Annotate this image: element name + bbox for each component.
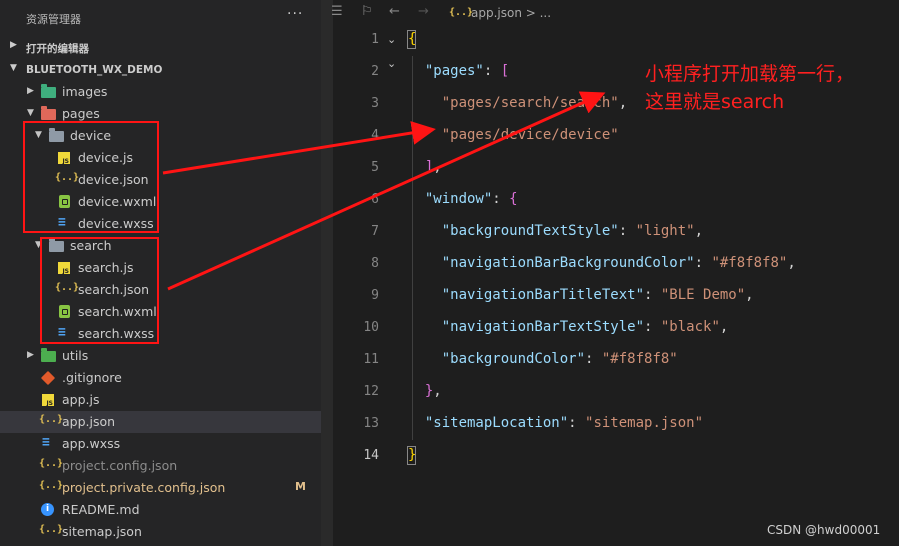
code-line: "navigationBarBackgroundColor": "#f8f8f8… bbox=[441, 255, 796, 271]
open-editors-label: 打开的编辑器 bbox=[26, 43, 89, 55]
project-section[interactable]: ▼ BLUETOOTH_WX_DEMO bbox=[0, 59, 321, 81]
tree-item-images[interactable]: ▶ images bbox=[0, 81, 321, 103]
tree-item-label: project.config.json bbox=[62, 458, 178, 473]
tree-item-label: .gitignore bbox=[62, 370, 122, 385]
tree-item-label: project.private.config.json bbox=[62, 480, 226, 495]
back-arrow-icon[interactable]: ← bbox=[389, 4, 400, 19]
line-number: 5 bbox=[371, 160, 379, 175]
highlight-box-device bbox=[23, 121, 159, 233]
breadcrumb-path[interactable]: app.json > ... bbox=[471, 6, 551, 20]
code-line: "pages/search/search", bbox=[441, 95, 628, 111]
chevron-down-icon: ▼ bbox=[10, 63, 17, 73]
json-file-icon: {..} bbox=[39, 458, 64, 469]
fold-chevron-icon[interactable]: ⌄ bbox=[387, 33, 396, 46]
code-line: }, bbox=[424, 383, 442, 399]
tree-item-label: README.md bbox=[62, 502, 140, 517]
tree-item-label: pages bbox=[62, 106, 100, 121]
tree-item-gitignore[interactable]: .gitignore bbox=[0, 367, 321, 389]
tree-item-app-js[interactable]: JS app.js bbox=[0, 389, 321, 411]
code-line: "navigationBarTextStyle": "black", bbox=[441, 319, 729, 335]
line-number: 1 bbox=[371, 32, 379, 47]
pages-folder-icon bbox=[41, 106, 56, 120]
menu-icon[interactable]: ☰ bbox=[331, 4, 343, 19]
line-number: 3 bbox=[371, 96, 379, 111]
tree-item-label: app.js bbox=[62, 392, 100, 407]
line-number: 14 bbox=[363, 448, 379, 463]
code-line: "navigationBarTitleText": "BLE Demo", bbox=[441, 287, 754, 303]
watermark: CSDN @hwd00001 bbox=[767, 523, 881, 537]
json-file-icon: {..} bbox=[39, 480, 64, 491]
forward-arrow-icon[interactable]: → bbox=[418, 4, 429, 19]
code-line: "pages/device/device" bbox=[441, 127, 619, 143]
tree-item-label: images bbox=[62, 84, 108, 99]
code-line: } bbox=[408, 447, 417, 463]
project-label: BLUETOOTH_WX_DEMO bbox=[26, 64, 163, 76]
annotation-line-2: 这里就是search bbox=[645, 91, 785, 113]
images-folder-icon bbox=[41, 84, 56, 98]
code-line: "sitemapLocation": "sitemap.json" bbox=[424, 415, 704, 431]
wxss-file-icon: ≡ bbox=[42, 435, 50, 450]
code-line: "window": { bbox=[424, 191, 518, 207]
explorer-header: 资源管理器 ··· bbox=[0, 0, 321, 36]
line-number: 10 bbox=[363, 320, 379, 335]
bookmark-icon[interactable]: ⚐ bbox=[361, 4, 373, 19]
activity-strip bbox=[321, 0, 333, 546]
open-editors-section[interactable]: ▶ 打开的编辑器 bbox=[0, 36, 321, 58]
tree-item-label: utils bbox=[62, 348, 89, 363]
tree-item-utils[interactable]: ▶ utils bbox=[0, 345, 321, 367]
line-number: 6 bbox=[371, 192, 379, 207]
code-line: "backgroundColor": "#f8f8f8" bbox=[441, 351, 678, 367]
code-line: ], bbox=[424, 159, 442, 175]
modified-badge: M bbox=[295, 480, 306, 493]
json-file-icon: {..} bbox=[39, 524, 64, 535]
fold-chevron-icon[interactable]: ⌄ bbox=[387, 57, 396, 70]
chevron-right-icon: ▶ bbox=[10, 40, 17, 50]
line-number: 9 bbox=[371, 288, 379, 303]
git-icon bbox=[40, 370, 56, 386]
code-line: { bbox=[408, 31, 417, 47]
highlight-box-search bbox=[40, 237, 159, 344]
tree-item-app-wxss[interactable]: ≡ app.wxss bbox=[0, 433, 321, 455]
line-number: 11 bbox=[363, 352, 379, 367]
line-number: 4 bbox=[371, 128, 379, 143]
json-file-icon: {..} bbox=[449, 7, 474, 18]
tree-item-app-json[interactable]: {..} app.json bbox=[0, 411, 321, 433]
tree-item-label: app.wxss bbox=[62, 436, 121, 451]
chevron-right-icon: ▶ bbox=[27, 86, 34, 96]
line-number: 12 bbox=[363, 384, 379, 399]
code-line: "backgroundTextStyle": "light", bbox=[441, 223, 704, 239]
chevron-down-icon: ▼ bbox=[27, 108, 34, 118]
tree-item-label: sitemap.json bbox=[62, 524, 142, 539]
tree-item-project-config[interactable]: {..} project.config.json bbox=[0, 455, 321, 477]
breadcrumb: ☰ ⚐ ← → {..} app.json > ... bbox=[321, 0, 899, 26]
tree-item-readme[interactable]: i README.md bbox=[0, 499, 321, 521]
info-icon: i bbox=[41, 503, 54, 516]
line-number: 2 bbox=[371, 64, 379, 79]
json-file-icon: {..} bbox=[39, 414, 64, 425]
explorer-title: 资源管理器 bbox=[26, 13, 81, 26]
utils-folder-icon bbox=[41, 348, 56, 362]
code-line: "pages": [ bbox=[424, 63, 510, 79]
line-number: 13 bbox=[363, 416, 379, 431]
tree-item-sitemap[interactable]: {..} sitemap.json bbox=[0, 521, 321, 543]
line-number: 7 bbox=[371, 224, 379, 239]
tree-item-project-private-config[interactable]: {..} project.private.config.json M bbox=[0, 477, 321, 499]
tree-item-label: app.json bbox=[62, 414, 116, 429]
line-number: 8 bbox=[371, 256, 379, 271]
chevron-right-icon: ▶ bbox=[27, 350, 34, 360]
more-actions-icon[interactable]: ··· bbox=[287, 6, 303, 22]
annotation-line-1: 小程序打开加载第一行， bbox=[645, 63, 855, 85]
js-file-icon: JS bbox=[42, 394, 54, 407]
